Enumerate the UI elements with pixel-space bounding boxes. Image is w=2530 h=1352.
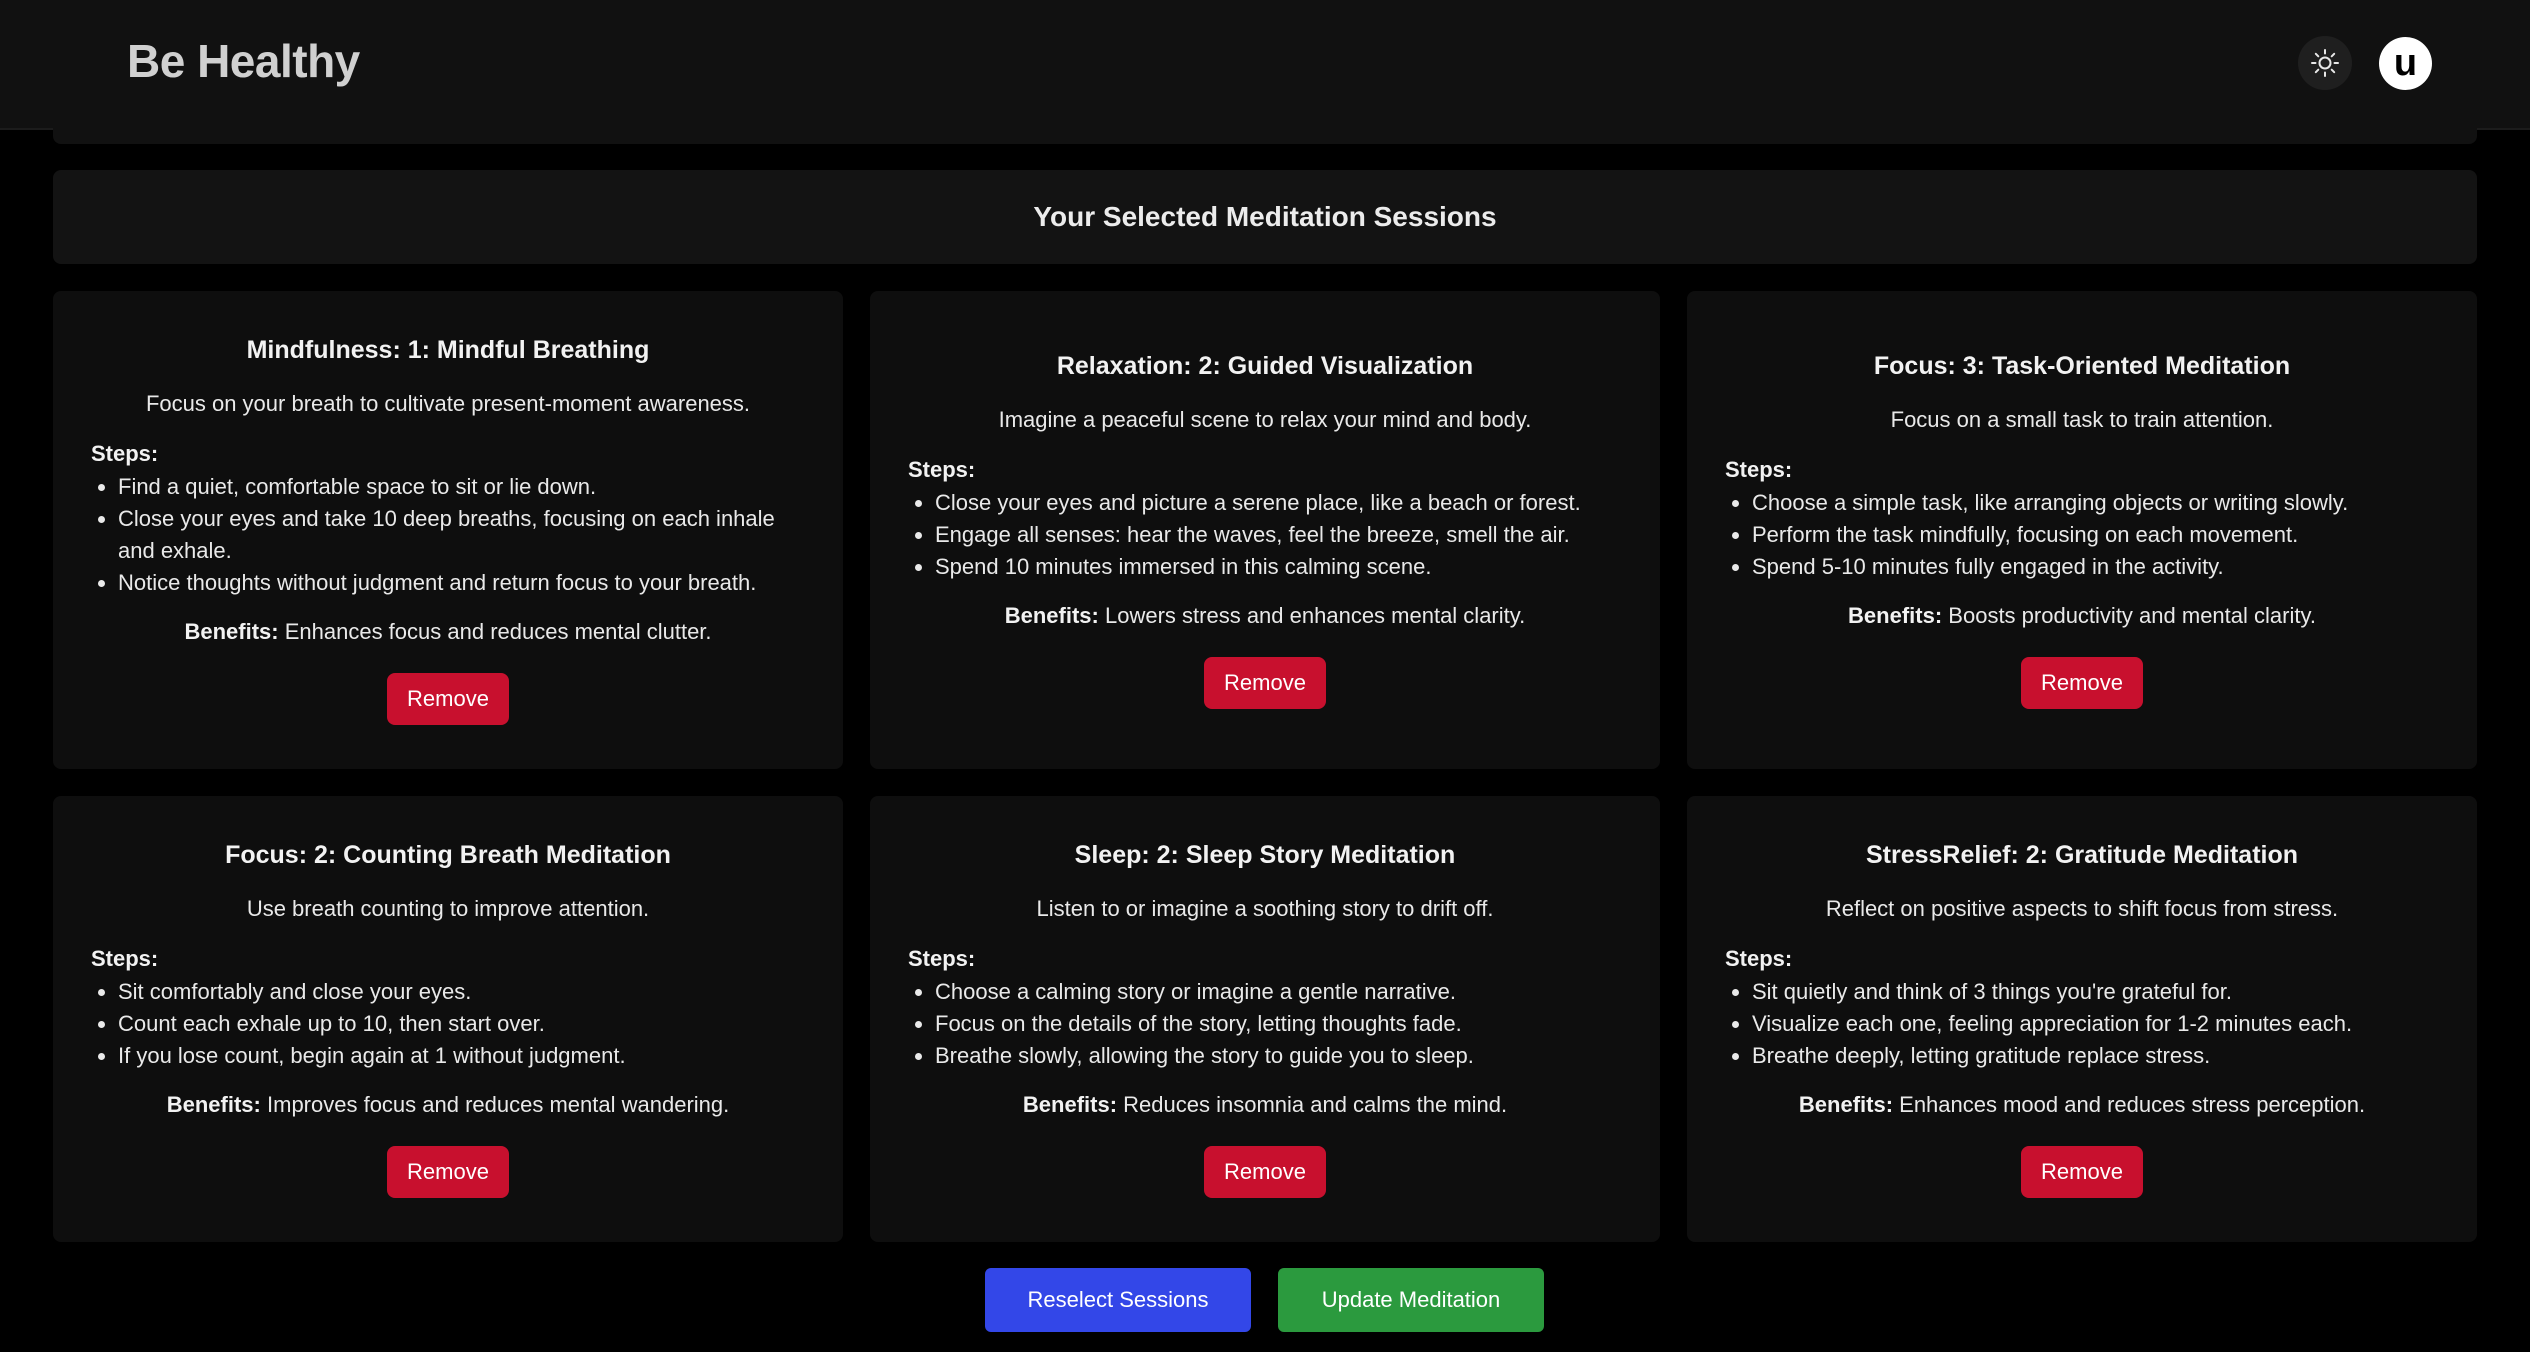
step-item: Choose a calming story or imagine a gent… [935, 976, 1622, 1008]
steps-block: Steps: Find a quiet, comfortable space t… [91, 441, 805, 619]
session-card: Mindfulness: 1: Mindful Breathing Focus … [53, 291, 843, 769]
step-item: Engage all senses: hear the waves, feel … [935, 519, 1622, 551]
steps-label: Steps: [1725, 945, 1793, 971]
step-item: Perform the task mindfully, focusing on … [1752, 519, 2439, 551]
session-title: StressRelief: 2: Gratitude Meditation [1865, 840, 2299, 869]
benefits-text: Lowers stress and enhances mental clarit… [1105, 602, 1526, 628]
session-benefits: Benefits: Lowers stress and enhances men… [1005, 603, 1525, 629]
session-card: StressRelief: 2: Gratitude Meditation Re… [1687, 796, 2477, 1242]
step-item: Notice thoughts without judgment and ret… [118, 567, 805, 599]
benefits-label: Benefits: [166, 1091, 261, 1117]
session-benefits: Benefits: Improves focus and reduces men… [167, 1092, 730, 1118]
steps-list: Choose a simple task, like arranging obj… [1725, 487, 2439, 583]
step-item: Sit quietly and think of 3 things you're… [1752, 976, 2439, 1008]
remove-session-button[interactable]: Remove [2021, 656, 2143, 709]
step-item: Spend 10 minutes immersed in this calmin… [935, 551, 1622, 583]
benefits-text: Enhances focus and reduces mental clutte… [284, 618, 712, 644]
update-meditation-button[interactable]: Update Meditation [1278, 1268, 1544, 1332]
session-title: Relaxation: 2: Guided Visualization [1056, 351, 1474, 380]
session-title: Focus: 3: Task-Oriented Meditation [1873, 351, 2291, 380]
step-item: Find a quiet, comfortable space to sit o… [118, 471, 805, 503]
step-item: If you lose count, begin again at 1 with… [118, 1040, 805, 1072]
user-avatar[interactable]: u [2379, 37, 2432, 90]
steps-list: Sit comfortably and close your eyes.Coun… [91, 976, 805, 1072]
steps-label: Steps: [91, 440, 159, 466]
benefits-label: Benefits: [1022, 1091, 1118, 1117]
steps-block: Steps: Close your eyes and picture a ser… [908, 457, 1622, 603]
step-item: Focus on the details of the story, letti… [935, 1008, 1622, 1040]
session-title: Sleep: 2: Sleep Story Meditation [1074, 840, 1456, 869]
steps-block: Steps: Sit comfortably and close your ey… [91, 946, 805, 1092]
session-description: Listen to or imagine a soothing story to… [1036, 895, 1494, 921]
session-card: Focus: 2: Counting Breath Meditation Use… [53, 796, 843, 1242]
steps-label: Steps: [908, 456, 976, 482]
benefits-text: Boosts productivity and mental clarity. [1948, 602, 2316, 628]
section-title: Your Selected Meditation Sessions [53, 170, 2477, 264]
remove-session-button[interactable]: Remove [1204, 656, 1326, 709]
steps-list: Sit quietly and think of 3 things you're… [1725, 976, 2439, 1072]
benefits-label: Benefits: [1798, 1091, 1894, 1117]
session-benefits: Benefits: Enhances focus and reduces men… [184, 619, 711, 645]
remove-session-button[interactable]: Remove [2021, 1145, 2143, 1198]
theme-toggle-button[interactable] [2298, 36, 2352, 90]
steps-list: Choose a calming story or imagine a gent… [908, 976, 1622, 1072]
remove-session-button[interactable]: Remove [387, 672, 509, 725]
session-description: Focus on your breath to cultivate presen… [145, 390, 751, 416]
benefits-label: Benefits: [1004, 602, 1099, 628]
benefits-label: Benefits: [1848, 602, 1943, 628]
benefits-text: Improves focus and reduces mental wander… [267, 1091, 730, 1117]
app-title[interactable]: Be Healthy [127, 34, 360, 88]
step-item: Spend 5-10 minutes fully engaged in the … [1752, 551, 2439, 583]
benefits-text: Enhances mood and reduces stress percept… [1899, 1091, 2366, 1117]
step-item: Close your eyes and take 10 deep breaths… [118, 503, 805, 567]
steps-label: Steps: [91, 945, 159, 971]
session-card: Relaxation: 2: Guided Visualization Imag… [870, 291, 1660, 769]
step-item: Count each exhale up to 10, then start o… [118, 1008, 805, 1040]
step-item: Close your eyes and picture a serene pla… [935, 487, 1622, 519]
session-description: Focus on a small task to train attention… [1890, 406, 2274, 432]
session-benefits: Benefits: Boosts productivity and mental… [1848, 603, 2316, 629]
collapsed-panel-edge [53, 128, 2477, 144]
benefits-label: Benefits: [184, 618, 279, 644]
steps-block: Steps: Choose a simple task, like arrang… [1725, 457, 2439, 603]
steps-block: Steps: Sit quietly and think of 3 things… [1725, 946, 2439, 1092]
step-item: Breathe slowly, allowing the story to gu… [935, 1040, 1622, 1072]
session-benefits: Benefits: Reduces insomnia and calms the… [1023, 1092, 1507, 1118]
step-item: Visualize each one, feeling appreciation… [1752, 1008, 2439, 1040]
step-item: Choose a simple task, like arranging obj… [1752, 487, 2439, 519]
session-title: Focus: 2: Counting Breath Meditation [225, 840, 671, 869]
session-description: Imagine a peaceful scene to relax your m… [998, 406, 1532, 432]
reselect-sessions-button[interactable]: Reselect Sessions [985, 1268, 1251, 1332]
step-item: Sit comfortably and close your eyes. [118, 976, 805, 1008]
session-title: Mindfulness: 1: Mindful Breathing [246, 335, 650, 364]
benefits-text: Reduces insomnia and calms the mind. [1123, 1091, 1508, 1117]
session-card: Sleep: 2: Sleep Story Meditation Listen … [870, 796, 1660, 1242]
step-item: Breathe deeply, letting gratitude replac… [1752, 1040, 2439, 1072]
session-benefits: Benefits: Enhances mood and reduces stre… [1799, 1092, 2365, 1118]
steps-label: Steps: [908, 945, 976, 971]
remove-session-button[interactable]: Remove [387, 1145, 509, 1198]
session-card: Focus: 3: Task-Oriented Meditation Focus… [1687, 291, 2477, 769]
session-description: Reflect on positive aspects to shift foc… [1825, 895, 2339, 921]
session-description: Use breath counting to improve attention… [246, 895, 650, 921]
top-navigation-bar: Be Healthy u [0, 0, 2530, 130]
sun-icon [2311, 49, 2339, 77]
remove-session-button[interactable]: Remove [1204, 1145, 1326, 1198]
steps-list: Close your eyes and picture a serene pla… [908, 487, 1622, 583]
steps-label: Steps: [1725, 456, 1793, 482]
steps-block: Steps: Choose a calming story or imagine… [908, 946, 1622, 1092]
steps-list: Find a quiet, comfortable space to sit o… [91, 471, 805, 599]
